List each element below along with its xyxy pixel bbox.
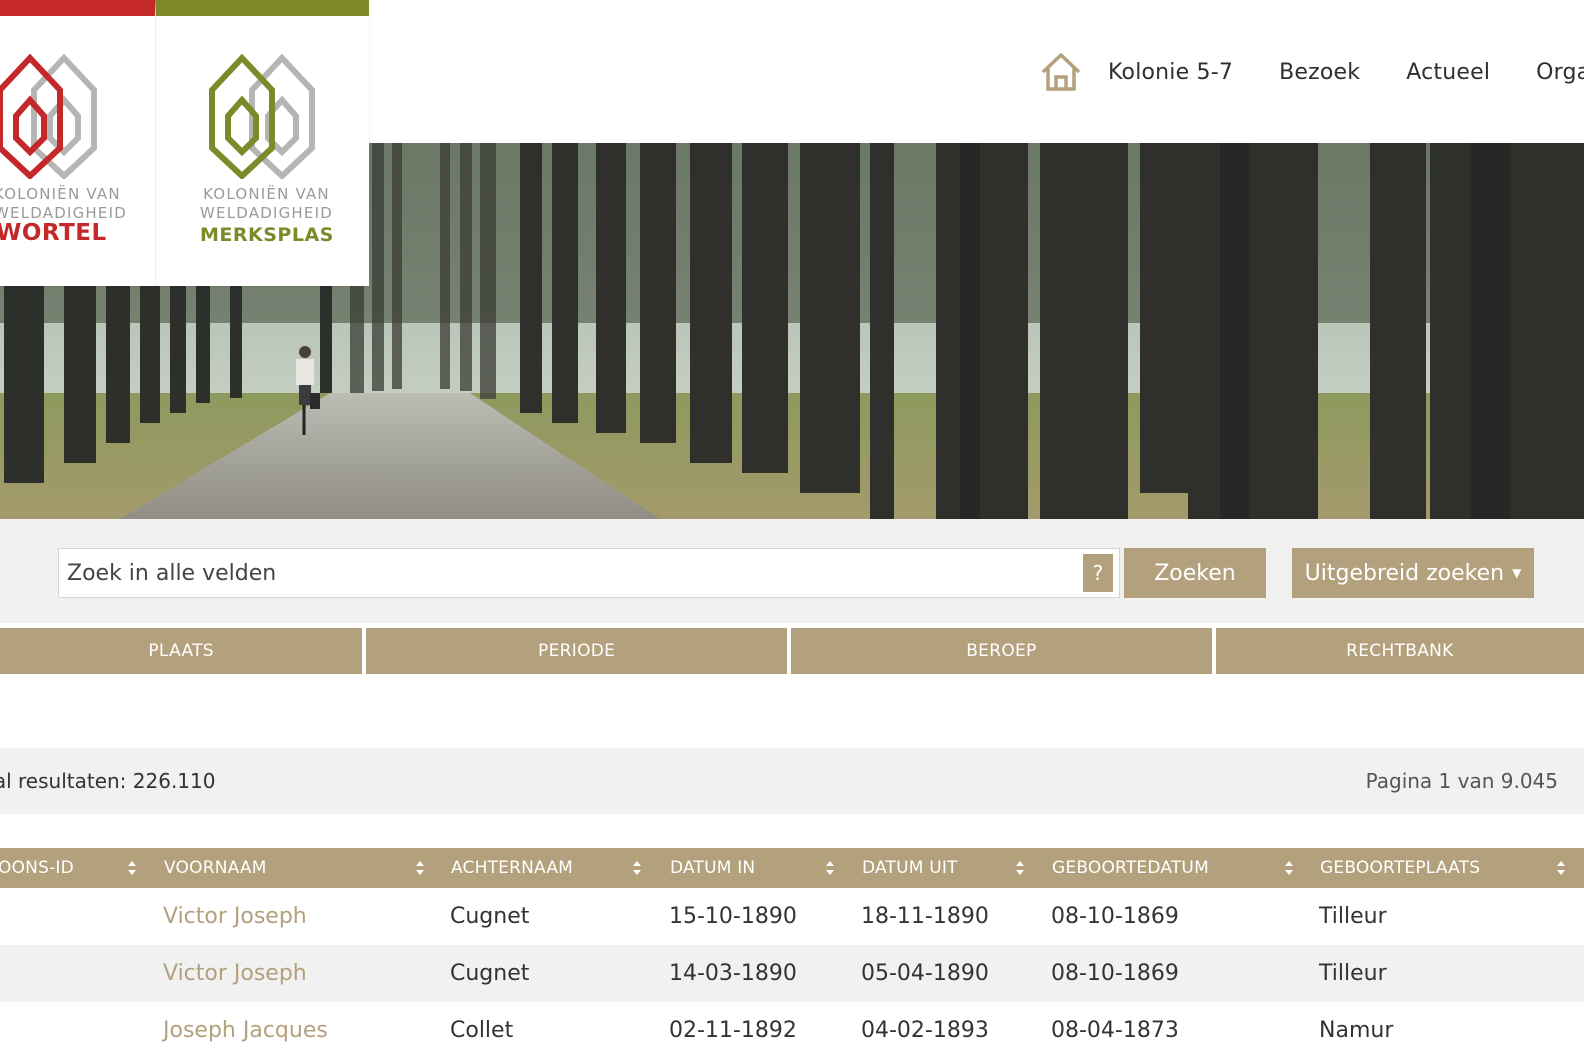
cell-geboorteplaats: Tilleur xyxy=(1319,904,1387,929)
wortel-emblem-icon xyxy=(0,54,97,179)
cell-geboorteplaats: Namur xyxy=(1319,1018,1394,1043)
home-icon[interactable] xyxy=(1040,51,1082,93)
column-header-geboorteplaats[interactable]: GEBOORTEPLAATS xyxy=(1320,848,1480,888)
cell-datum-in: 02-11-1892 xyxy=(669,1018,797,1043)
sort-icon[interactable] xyxy=(1015,860,1025,876)
table-row[interactable]: Victor Joseph Cugnet 15-10-1890 18-11-18… xyxy=(0,888,1584,945)
results-bar: tal resultaten: 226.110 Pagina 1 van 9.0… xyxy=(0,748,1584,814)
sort-icon[interactable] xyxy=(1556,860,1566,876)
sort-icon[interactable] xyxy=(415,860,425,876)
facet-rechtbank[interactable]: RECHTBANK xyxy=(1215,628,1584,674)
cell-voornaam[interactable]: Joseph Jacques xyxy=(163,1002,328,1056)
table-row[interactable]: Joseph Jacques Collet 02-11-1892 04-02-1… xyxy=(0,1002,1584,1056)
sort-icon[interactable] xyxy=(632,860,642,876)
sort-icon[interactable] xyxy=(127,860,137,876)
search-box: ? xyxy=(58,548,1120,598)
facet-beroep[interactable]: BEROEP xyxy=(791,628,1212,674)
cell-geboortedatum: 08-10-1869 xyxy=(1051,904,1179,929)
cell-datum-uit: 05-04-1890 xyxy=(861,961,989,986)
logo-wortel[interactable]: KOLONIËN VAN WELDADIGHEID WORTEL xyxy=(0,0,155,286)
cell-achternaam: Collet xyxy=(450,1018,514,1043)
logo-block: KOLONIËN VAN WELDADIGHEID WORTEL KOLONIË… xyxy=(0,0,369,286)
column-header-geboortedatum[interactable]: GEBOORTEDATUM xyxy=(1052,848,1209,888)
wortel-tagline: KOLONIËN VAN WELDADIGHEID xyxy=(0,185,127,223)
results-table: OONS-ID VOORNAAM ACHTERNAAM DATUM IN DAT… xyxy=(0,848,1584,1056)
wortel-tagline-line1: KOLONIËN VAN xyxy=(0,185,121,203)
merksplas-name: MERKSPLAS xyxy=(200,224,334,246)
wortel-name: WORTEL xyxy=(0,220,107,246)
merksplas-tagline-line1: KOLONIËN VAN xyxy=(203,185,330,203)
merksplas-emblem-icon xyxy=(209,54,315,179)
nav-item-actueel[interactable]: Actueel xyxy=(1406,60,1490,85)
cell-datum-in: 15-10-1890 xyxy=(669,904,797,929)
search-button-label: Zoeken xyxy=(1154,560,1236,586)
column-header-datum-in[interactable]: DATUM IN xyxy=(670,848,755,888)
cell-datum-uit: 18-11-1890 xyxy=(861,904,989,929)
cell-voornaam[interactable]: Victor Joseph xyxy=(163,888,307,945)
column-header-achternaam[interactable]: ACHTERNAAM xyxy=(451,848,573,888)
sort-icon[interactable] xyxy=(1284,860,1294,876)
cell-achternaam: Cugnet xyxy=(450,961,530,986)
column-header-voornaam[interactable]: VOORNAAM xyxy=(164,848,267,888)
search-button[interactable]: Zoeken xyxy=(1124,548,1266,598)
table-header: OONS-ID VOORNAAM ACHTERNAAM DATUM IN DAT… xyxy=(0,848,1584,888)
chevron-down-icon: ▼ xyxy=(1512,566,1522,580)
search-help-button[interactable]: ? xyxy=(1083,554,1113,592)
cell-geboortedatum: 08-10-1869 xyxy=(1051,961,1179,986)
cell-datum-in: 14-03-1890 xyxy=(669,961,797,986)
facet-periode[interactable]: PERIODE xyxy=(366,628,788,674)
nav-item-bezoek[interactable]: Bezoek xyxy=(1279,60,1360,85)
total-results: tal resultaten: 226.110 xyxy=(0,769,216,793)
search-band: ? Zoeken Uitgebreid zoeken ▼ xyxy=(0,519,1584,623)
facet-plaats[interactable]: PLAATS xyxy=(0,628,363,674)
cell-achternaam: Cugnet xyxy=(450,904,530,929)
cell-voornaam[interactable]: Victor Joseph xyxy=(163,945,307,1002)
advanced-search-button[interactable]: Uitgebreid zoeken ▼ xyxy=(1292,548,1534,598)
search-input[interactable] xyxy=(59,549,1069,597)
merksplas-tagline: KOLONIËN VAN WELDADIGHEID xyxy=(200,185,333,223)
advanced-search-label: Uitgebreid zoeken xyxy=(1304,560,1505,586)
nav-item-organisatie[interactable]: Orga xyxy=(1536,60,1584,85)
cell-geboorteplaats: Tilleur xyxy=(1319,961,1387,986)
logo-merksplas[interactable]: KOLONIËN VAN WELDADIGHEID MERKSPLAS xyxy=(155,0,369,286)
merksplas-tagline-line2: WELDADIGHEID xyxy=(200,204,333,222)
table-row[interactable]: Victor Joseph Cugnet 14-03-1890 05-04-18… xyxy=(0,945,1584,1002)
cell-datum-uit: 04-02-1893 xyxy=(861,1018,989,1043)
cell-geboortedatum: 08-04-1873 xyxy=(1051,1018,1179,1043)
facet-tabs: PLAATS PERIODE BEROEP RECHTBANK xyxy=(0,628,1584,674)
column-header-datum-uit[interactable]: DATUM UIT xyxy=(862,848,958,888)
column-header-id[interactable]: OONS-ID xyxy=(0,848,74,888)
sort-icon[interactable] xyxy=(825,860,835,876)
nav-item-kolonie[interactable]: Kolonie 5-7 xyxy=(1108,60,1233,85)
page-indicator: Pagina 1 van 9.045 xyxy=(1365,769,1558,793)
main-nav: Kolonie 5-7 Bezoek Actueel Orga xyxy=(1040,44,1584,100)
